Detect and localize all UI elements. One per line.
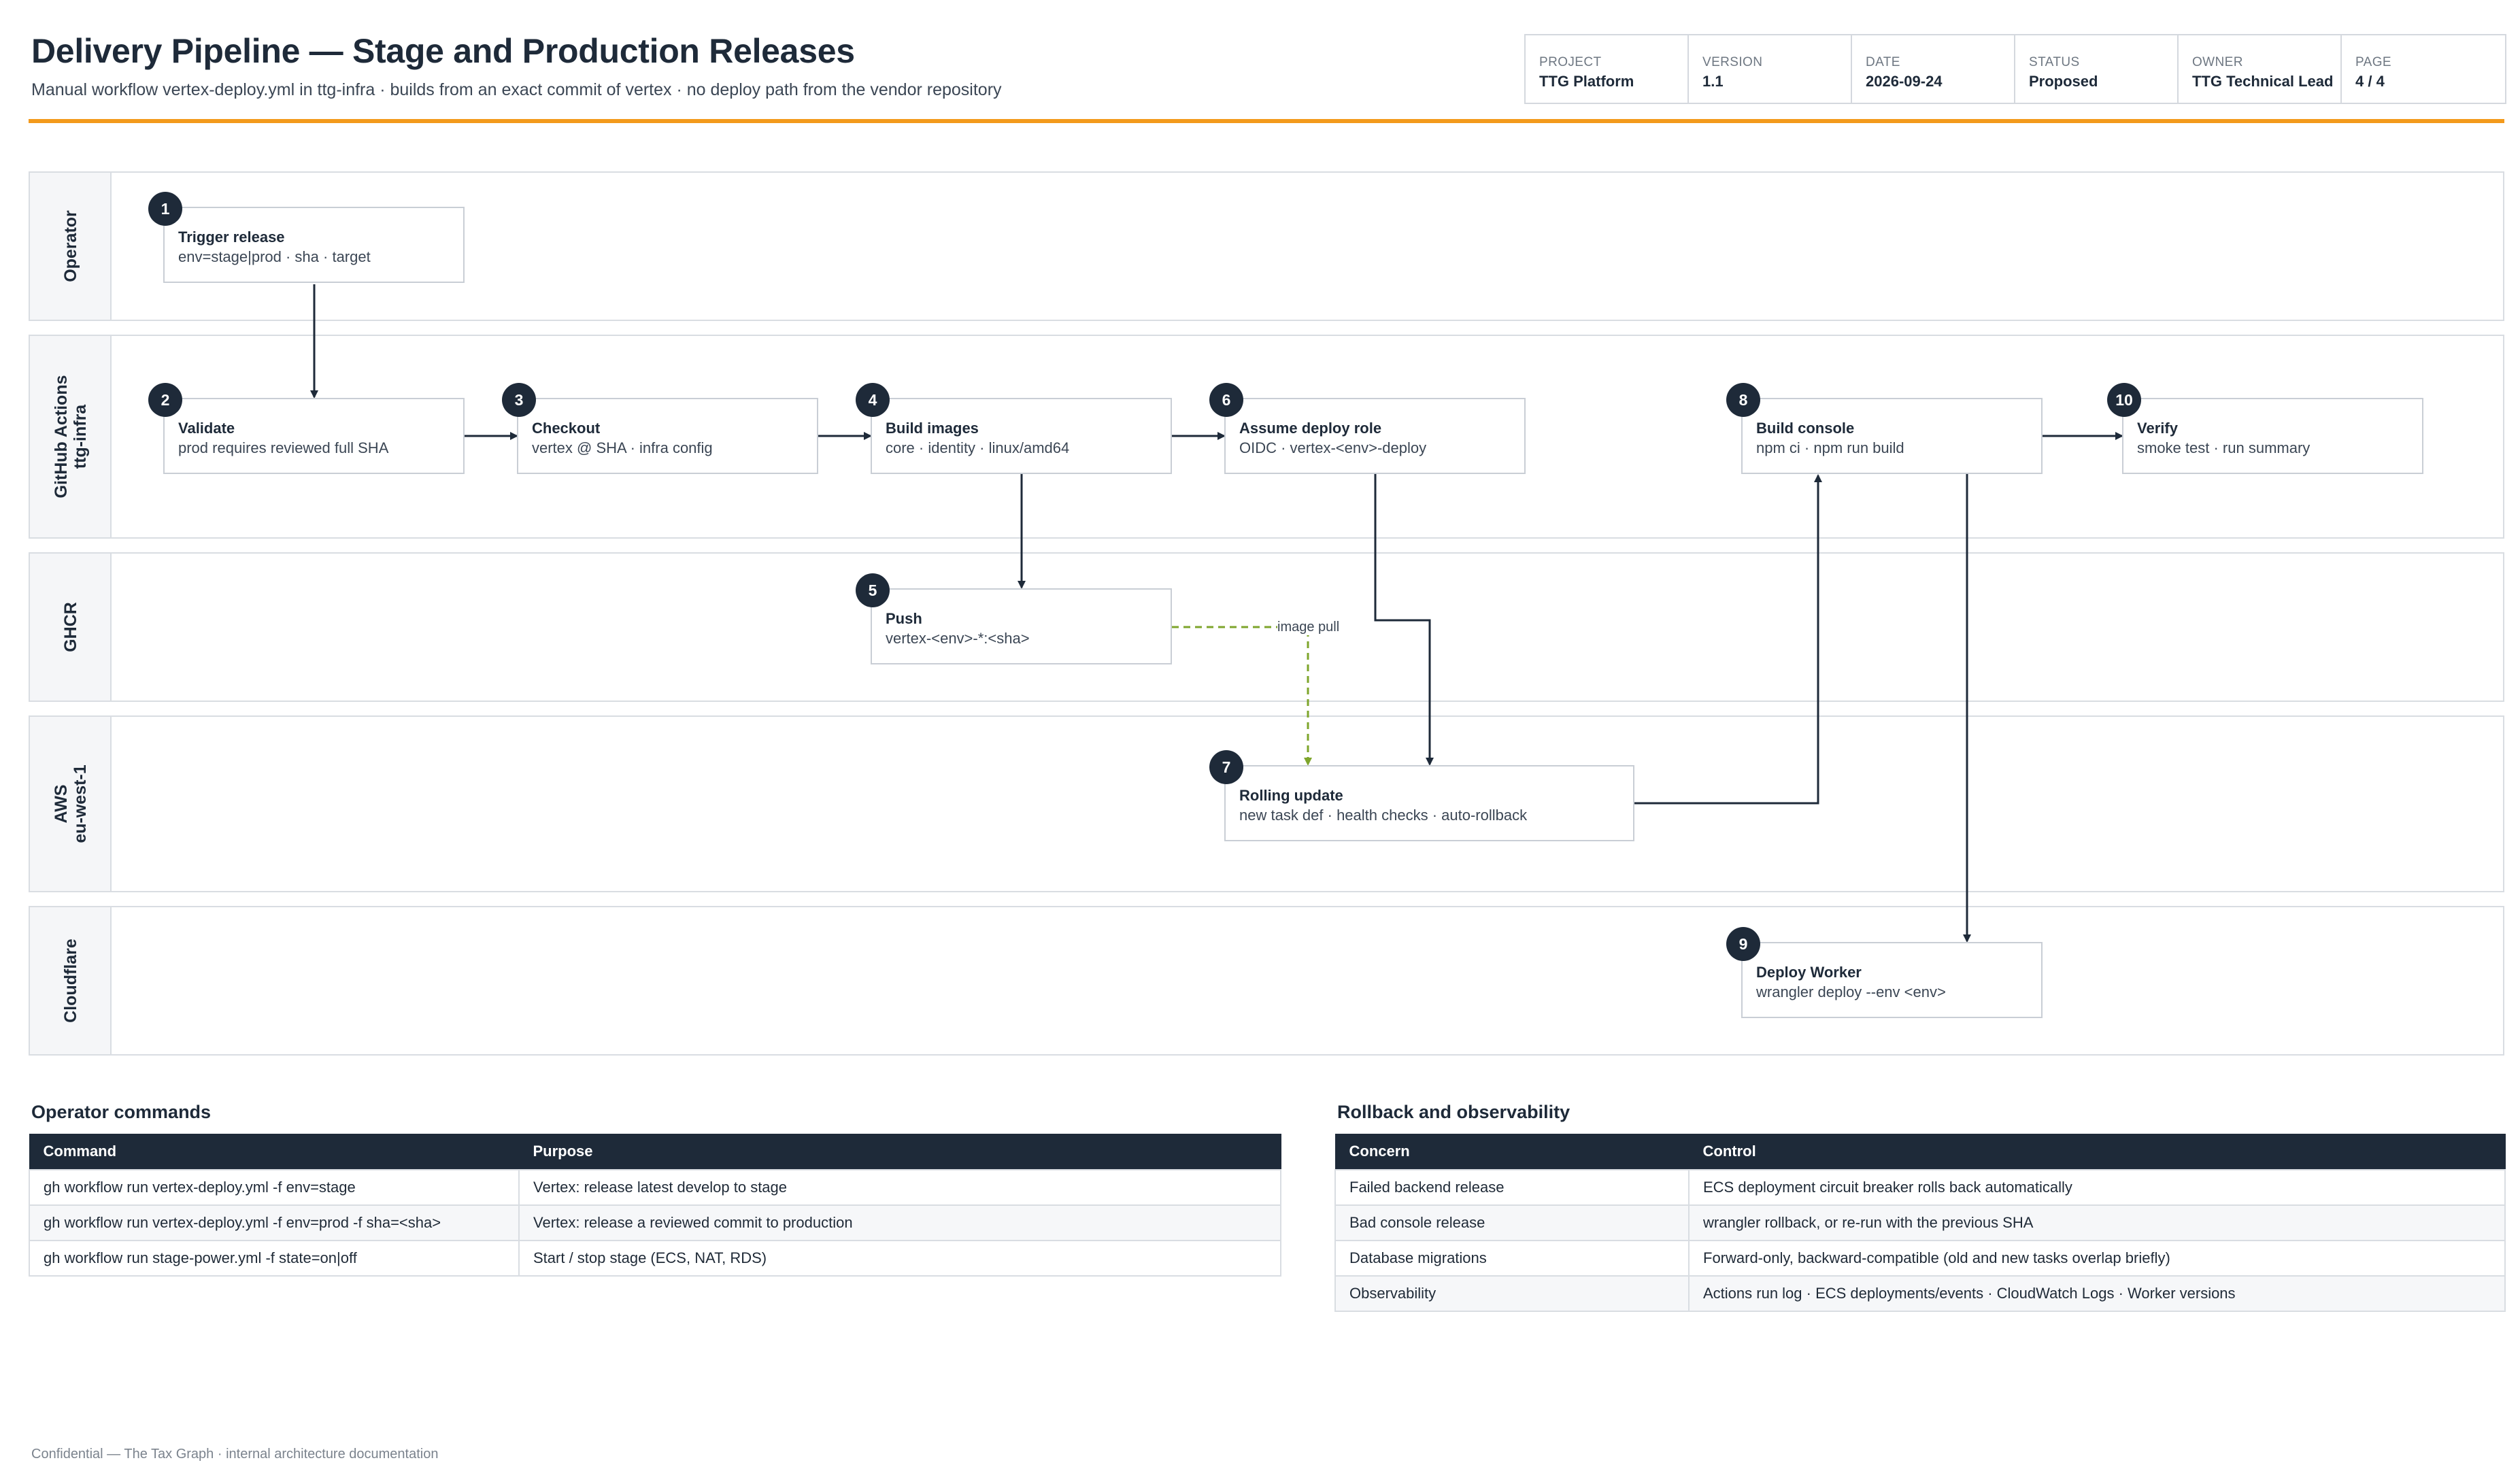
step-detail: smoke test · run summary	[2137, 439, 2311, 456]
step-number-badge: 3	[502, 383, 536, 417]
edge-6-to-7	[1374, 474, 1434, 766]
step-title: Assume deploy role	[1239, 420, 1382, 437]
step-7-rolling-update: 7 Rolling update new task def · health c…	[1209, 750, 1634, 841]
control-cell: ECS deployment circuit breaker rolls bac…	[1688, 1168, 2506, 1206]
column-header: Command	[29, 1134, 520, 1170]
command-cell: gh workflow run vertex-deploy.yml -f env…	[29, 1204, 520, 1241]
step-number-badge: 5	[856, 573, 890, 607]
step-detail: vertex @ SHA · infra config	[532, 439, 713, 456]
step-number-badge: 1	[148, 192, 182, 226]
control-cell: Actions run log · ECS deployments/events…	[1688, 1275, 2506, 1312]
purpose-cell: Vertex: release a reviewed commit to pro…	[518, 1204, 1281, 1241]
table-row: Observability Actions run log · ECS depl…	[1334, 1275, 2506, 1312]
table-row: Bad console release wrangler rollback, o…	[1334, 1204, 2506, 1241]
command-cell: gh workflow run vertex-deploy.yml -f env…	[29, 1168, 520, 1206]
column-header: Concern	[1334, 1134, 1690, 1170]
step-4-build-images: 4 Build images core · identity · linux/a…	[856, 383, 1172, 474]
step-title: Rolling update	[1239, 787, 1343, 804]
step-title: Push	[886, 610, 922, 627]
edge-7-to-8	[1634, 474, 1822, 805]
table-header-row: Concern Control	[1334, 1134, 2506, 1170]
rollback-observability-title: Rollback and observability	[1337, 1102, 1570, 1122]
step-number-badge: 10	[2107, 383, 2141, 417]
step-5-push: 5 Push vertex-<env>-*:<sha>	[856, 573, 1172, 664]
step-8-build-console: 8 Build console npm ci · npm run build	[1726, 383, 2043, 474]
control-cell: wrangler rollback, or re-run with the pr…	[1688, 1204, 2506, 1241]
step-10-verify: 10 Verify smoke test · run summary	[2107, 383, 2423, 474]
step-title: Trigger release	[178, 229, 285, 246]
step-title: Build console	[1756, 420, 1855, 437]
step-detail: npm ci · npm run build	[1756, 439, 1904, 456]
step-detail: env=stage|prod · sha · target	[178, 248, 371, 265]
edge-5-to-7	[1172, 626, 1312, 766]
column-header: Purpose	[518, 1134, 1281, 1170]
step-title: Validate	[178, 420, 235, 437]
rollback-observability-table: Concern Control Failed backend release E…	[1334, 1134, 2506, 1312]
step-detail: wrangler deploy --env <env>	[1756, 983, 1946, 1000]
step-detail: OIDC · vertex-<env>-deploy	[1239, 439, 1427, 456]
step-detail: prod requires reviewed full SHA	[178, 439, 389, 456]
step-1-trigger-release: 1 Trigger release env=stage|prod · sha ·…	[148, 192, 465, 283]
edge-label-image-pull: image pull	[1277, 620, 1340, 635]
table-row: Database migrations Forward-only, backwa…	[1334, 1239, 2506, 1277]
table-row: gh workflow run vertex-deploy.yml -f env…	[29, 1168, 1281, 1206]
purpose-cell: Start / stop stage (ECS, NAT, RDS)	[518, 1239, 1281, 1277]
step-title: Verify	[2137, 420, 2178, 437]
step-number-badge: 6	[1209, 383, 1243, 417]
step-detail: core · identity · linux/amd64	[886, 439, 1070, 456]
step-number-badge: 8	[1726, 383, 1760, 417]
step-title: Build images	[886, 420, 979, 437]
step-title: Checkout	[532, 420, 601, 437]
table-row: gh workflow run stage-power.yml -f state…	[29, 1239, 1281, 1277]
operator-commands-table: Command Purpose gh workflow run vertex-d…	[29, 1134, 1281, 1277]
operator-commands-title: Operator commands	[31, 1102, 212, 1122]
step-6-assume-deploy-role: 6 Assume deploy role OIDC · vertex-<env>…	[1209, 383, 1526, 474]
command-cell: gh workflow run stage-power.yml -f state…	[29, 1239, 520, 1277]
table-row: gh workflow run vertex-deploy.yml -f env…	[29, 1204, 1281, 1241]
step-number-badge: 4	[856, 383, 890, 417]
step-9-deploy-worker: 9 Deploy Worker wrangler deploy --env <e…	[1726, 927, 2043, 1018]
concern-cell: Bad console release	[1334, 1204, 1690, 1241]
table-header-row: Command Purpose	[29, 1134, 1281, 1170]
concern-cell: Observability	[1334, 1275, 1690, 1312]
control-cell: Forward-only, backward-compatible (old a…	[1688, 1239, 2506, 1277]
column-header: Control	[1688, 1134, 2506, 1170]
confidentiality-footer: Confidential — The Tax Graph · internal …	[31, 1447, 439, 1462]
step-2-validate: 2 Validate prod requires reviewed full S…	[148, 383, 465, 474]
step-detail: new task def · health checks · auto-roll…	[1239, 807, 1528, 824]
step-detail: vertex-<env>-*:<sha>	[886, 630, 1030, 647]
step-number-badge: 2	[148, 383, 182, 417]
table-row: Failed backend release ECS deployment ci…	[1334, 1168, 2506, 1206]
step-number-badge: 9	[1726, 927, 1760, 961]
concern-cell: Database migrations	[1334, 1239, 1690, 1277]
concern-cell: Failed backend release	[1334, 1168, 1690, 1206]
step-3-checkout: 3 Checkout vertex @ SHA · infra config	[502, 383, 818, 474]
purpose-cell: Vertex: release latest develop to stage	[518, 1168, 1281, 1206]
step-title: Deploy Worker	[1756, 964, 1862, 981]
step-number-badge: 7	[1209, 750, 1243, 784]
